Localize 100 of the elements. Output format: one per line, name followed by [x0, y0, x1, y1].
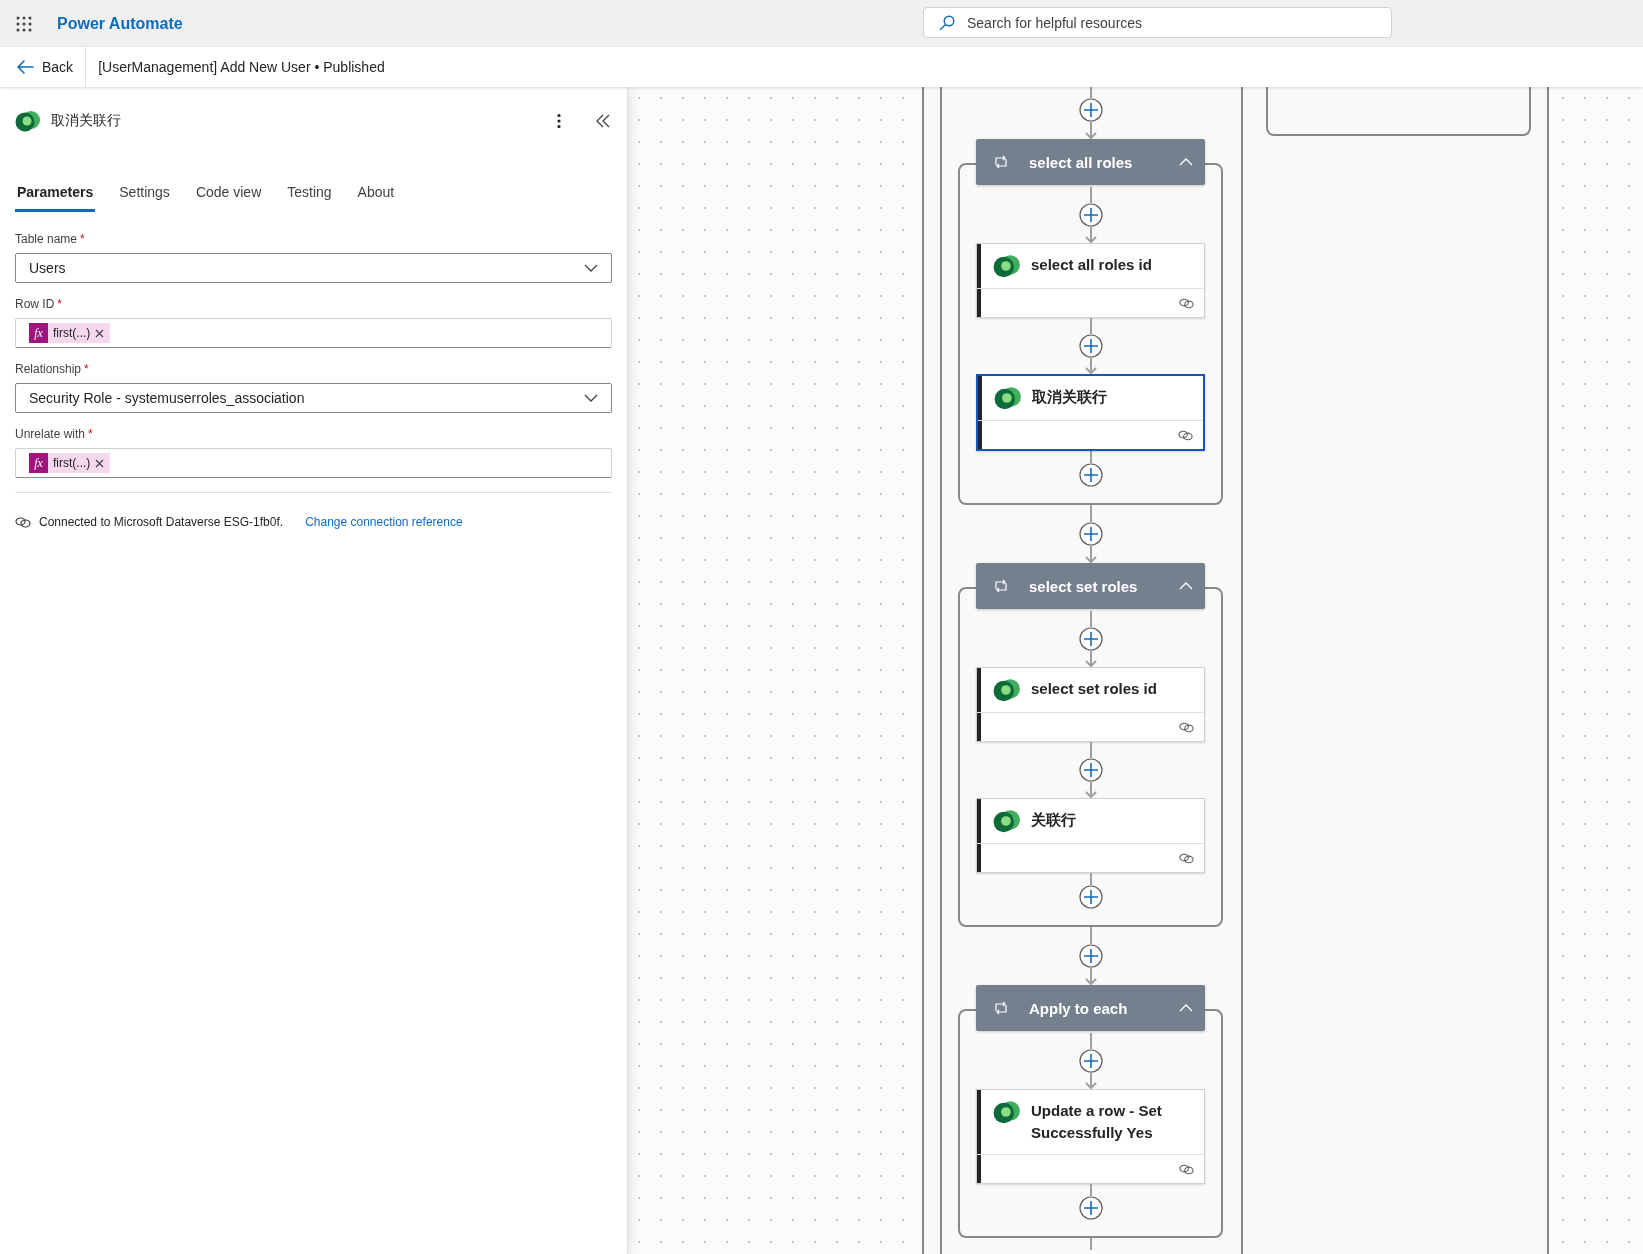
expression-field[interactable]: fx first(...) — [15, 318, 612, 348]
expression-token[interactable]: fx first(...) — [29, 453, 111, 473]
loop-icon — [993, 579, 1009, 593]
chevron-down-icon — [584, 394, 598, 402]
app-name-link[interactable]: Power Automate — [57, 14, 183, 33]
app-launcher-icon[interactable] — [16, 15, 32, 32]
dataverse-icon — [993, 678, 1021, 702]
link-icon — [1179, 297, 1194, 309]
tab[interactable]: Testing — [285, 178, 344, 212]
add-step-button[interactable] — [1078, 1196, 1103, 1220]
chevron-up-icon[interactable] — [1179, 582, 1193, 590]
scope-title: select set roles — [1029, 577, 1139, 595]
add-step-button[interactable] — [1078, 98, 1103, 122]
add-step-button[interactable] — [1078, 885, 1103, 909]
link-icon — [1178, 429, 1193, 441]
action-card[interactable]: 关联行 — [976, 798, 1205, 873]
back-button[interactable]: Back — [14, 53, 76, 81]
connector-line — [1089, 1033, 1092, 1049]
dropdown-field[interactable]: Users — [15, 253, 612, 283]
required-mark: * — [80, 232, 85, 248]
loop-icon — [993, 155, 1009, 169]
dataverse-icon — [15, 110, 41, 132]
scope-header[interactable]: select set roles — [976, 563, 1205, 609]
connector-arrow — [1083, 1073, 1098, 1089]
tab[interactable]: Settings — [117, 178, 182, 212]
scope-title: Apply to each — [1029, 999, 1129, 1017]
add-step-button[interactable] — [1078, 522, 1103, 546]
action-card[interactable]: select all roles id — [976, 243, 1205, 318]
connector-line — [1089, 1184, 1092, 1196]
scope-title: select all roles — [1029, 153, 1134, 171]
add-step-button[interactable] — [1078, 463, 1103, 487]
connector-line — [1089, 927, 1092, 944]
back-arrow-icon — [16, 59, 34, 75]
connector-line — [1089, 451, 1092, 463]
connector-arrow — [1083, 782, 1098, 798]
collapse-icon[interactable] — [596, 114, 610, 128]
scope-header[interactable]: Apply to each — [976, 985, 1205, 1031]
tab[interactable]: Code view — [193, 178, 274, 212]
add-step-button[interactable] — [1078, 758, 1103, 782]
connector-line — [1089, 318, 1092, 334]
expression-token[interactable]: fx first(...) — [29, 323, 111, 343]
field-label: Relationship — [15, 362, 82, 378]
dataverse-icon — [993, 809, 1021, 833]
add-step-button[interactable] — [1078, 944, 1103, 968]
connector-line — [1089, 1238, 1092, 1250]
required-mark: * — [57, 297, 62, 313]
action-card[interactable]: 取消关联行 — [976, 374, 1205, 451]
add-step-button[interactable] — [1078, 334, 1103, 358]
action-title: select set roles id — [1031, 679, 1157, 699]
chevron-up-icon[interactable] — [1179, 158, 1193, 166]
connector-line — [1089, 873, 1092, 885]
add-step-button[interactable] — [1078, 1049, 1103, 1073]
connector-arrow — [1083, 122, 1098, 139]
connector-arrow — [1083, 651, 1098, 667]
action-title: 取消关联行 — [1032, 387, 1107, 407]
connector-line — [1089, 505, 1092, 522]
required-mark: * — [84, 362, 89, 378]
add-step-button[interactable] — [1078, 203, 1103, 227]
link-icon — [1179, 721, 1194, 733]
connection-text: Connected to Microsoft Dataverse ESG-1fb0f. — [39, 515, 284, 529]
connector-arrow — [1083, 358, 1098, 374]
field-label: Unrelate with — [15, 427, 86, 443]
chevron-down-icon — [584, 264, 598, 272]
loop-icon — [993, 1001, 1009, 1015]
dataverse-icon — [993, 1100, 1021, 1124]
action-card[interactable]: Update a row - Set Successfully Yes — [976, 1089, 1205, 1184]
link-icon — [15, 516, 31, 528]
change-connection-link[interactable]: Change connection reference — [305, 515, 463, 529]
scope-header[interactable]: select all roles — [976, 139, 1205, 185]
connector-arrow — [1083, 546, 1098, 563]
connector-line — [1089, 611, 1092, 627]
dismiss-icon[interactable] — [95, 328, 105, 338]
action-title: Update a row - Set Successfully Yes — [1031, 1101, 1163, 1143]
panel-title: 取消关联行 — [51, 112, 121, 130]
action-title: 关联行 — [1031, 810, 1076, 830]
tab[interactable]: About — [355, 178, 407, 212]
required-mark: * — [88, 427, 93, 443]
connector-line — [1089, 742, 1092, 758]
function-icon: fx — [29, 323, 48, 343]
dataverse-icon — [993, 254, 1021, 278]
dropdown-field[interactable]: Security Role - systemuserroles_association — [15, 383, 612, 413]
dataverse-icon — [994, 386, 1022, 410]
flow-title: [UserManagement] Add New User • Published — [98, 59, 385, 75]
chevron-up-icon[interactable] — [1179, 1004, 1193, 1012]
function-icon: fx — [29, 453, 48, 473]
connector-arrow — [1083, 968, 1098, 985]
action-card[interactable]: select set roles id — [976, 667, 1205, 742]
search-icon — [939, 15, 955, 31]
dismiss-icon[interactable] — [95, 458, 105, 468]
more-options-icon[interactable] — [556, 113, 562, 129]
connector-arrow — [1083, 227, 1098, 243]
link-icon — [1179, 1163, 1194, 1175]
expression-field[interactable]: fx first(...) — [15, 448, 612, 478]
field-label: Row ID — [15, 297, 55, 313]
connector-line — [1089, 187, 1092, 203]
add-step-button[interactable] — [1078, 627, 1103, 651]
tab[interactable]: Parameters — [15, 178, 96, 212]
search-field[interactable]: Search for helpful resources — [923, 7, 1392, 38]
link-icon — [1179, 852, 1194, 864]
action-title: select all roles id — [1031, 255, 1152, 275]
